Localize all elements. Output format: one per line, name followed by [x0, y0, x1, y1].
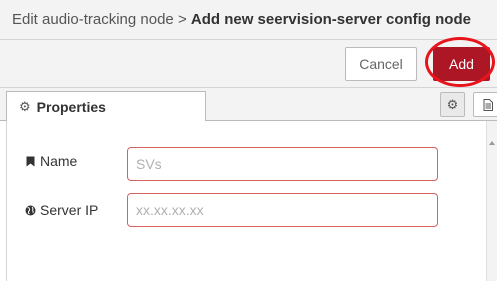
document-icon — [483, 98, 493, 111]
server-ip-label: Server IP — [24, 202, 98, 218]
settings-tab-button[interactable]: ⚙ — [440, 92, 465, 117]
page-title: Add new seervision-server config node — [190, 11, 471, 28]
dialog-toolbar: Cancel Add — [0, 40, 497, 88]
dialog-titlebar: Edit audio-tracking node > Add new seerv… — [0, 0, 497, 40]
cancel-button[interactable]: Cancel — [345, 47, 417, 81]
breadcrumb-separator: > — [177, 11, 187, 28]
name-label: Name — [24, 153, 77, 169]
tab-properties[interactable]: ⚙ Properties — [6, 91, 206, 122]
scroll-up-icon[interactable] — [489, 141, 495, 145]
bookmark-icon — [24, 156, 36, 167]
gear-icon: ⚙ — [19, 99, 31, 114]
panel-left-border — [6, 121, 7, 281]
server-ip-input[interactable] — [127, 193, 438, 227]
breadcrumb-parent[interactable]: Edit audio-tracking node — [12, 11, 174, 28]
add-button[interactable]: Add — [433, 47, 490, 81]
dialog-title: Edit audio-tracking node > Add new seerv… — [12, 11, 471, 28]
globe-icon — [24, 205, 36, 216]
server-ip-label-text: Server IP — [40, 202, 99, 218]
description-tab-button[interactable] — [473, 92, 497, 117]
panel-scrollbar[interactable] — [486, 121, 497, 281]
name-input[interactable] — [127, 147, 438, 181]
tab-bar: ⚙ Properties ⚙ — [0, 88, 497, 122]
gear-icon: ⚙ — [446, 96, 459, 112]
name-label-text: Name — [40, 153, 78, 169]
tab-properties-label: Properties — [36, 99, 106, 115]
